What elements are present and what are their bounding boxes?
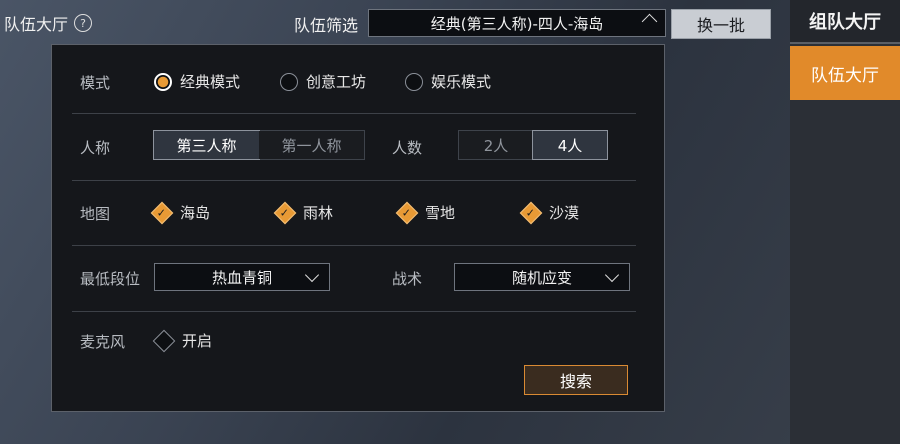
help-icon[interactable]: ? <box>74 14 93 32</box>
map-option-label: 雪地 <box>425 204 456 222</box>
map-option-island[interactable]: ✓ 海岛 <box>150 201 211 224</box>
side-divider <box>790 42 900 44</box>
divider <box>72 245 636 246</box>
mode-option-classic[interactable]: 经典模式 <box>154 71 240 92</box>
team-filter-select[interactable]: 经典(第三人称)-四人-海岛 <box>368 9 666 37</box>
checkbox-icon <box>152 329 176 352</box>
chevron-up-icon <box>641 13 658 30</box>
radio-icon <box>280 72 298 91</box>
mode-option-workshop[interactable]: 创意工坊 <box>280 71 366 92</box>
min-rank-label: 最低段位 <box>80 270 141 288</box>
team-filter-value: 经典(第三人称)-四人-海岛 <box>430 14 604 33</box>
tactic-label: 战术 <box>392 270 423 288</box>
mode-option-label: 创意工坊 <box>306 73 367 91</box>
mode-option-label: 经典模式 <box>180 73 241 91</box>
squad-option-4[interactable]: 4人 <box>532 130 608 160</box>
checkbox-checked-icon: ✓ <box>273 201 297 224</box>
map-label: 地图 <box>80 205 111 223</box>
perspective-label: 人称 <box>80 139 111 157</box>
divider <box>72 180 636 181</box>
map-option-label: 海岛 <box>180 204 211 222</box>
min-rank-dropdown[interactable]: 热血青铜 <box>154 263 330 291</box>
mode-label: 模式 <box>80 74 111 92</box>
checkbox-checked-icon: ✓ <box>150 201 174 224</box>
perspective-option-third[interactable]: 第三人称 <box>153 130 260 160</box>
radio-selected-icon <box>154 72 172 91</box>
filter-dialog: 模式 经典模式 创意工坊 娱乐模式 人称 第三人称 第一人称 人数 2人 4人 … <box>51 44 665 412</box>
radio-icon <box>405 72 423 91</box>
divider <box>72 311 636 312</box>
map-option-desert[interactable]: ✓ 沙漠 <box>519 201 580 224</box>
squad-size-label: 人数 <box>392 139 423 157</box>
search-button[interactable]: 搜索 <box>524 365 628 395</box>
perspective-toggle: 第三人称 第一人称 <box>153 130 365 160</box>
squad-size-toggle: 2人 4人 <box>458 130 608 160</box>
page-title-text: 队伍大厅 <box>4 15 69 34</box>
checkbox-checked-icon: ✓ <box>395 201 419 224</box>
tab-team-hall[interactable]: 队伍大厅 <box>790 46 900 100</box>
map-option-snow[interactable]: ✓ 雪地 <box>395 201 456 224</box>
chevron-down-icon <box>304 267 320 283</box>
refresh-button[interactable]: 换一批 <box>671 9 771 39</box>
tactic-dropdown[interactable]: 随机应变 <box>454 263 630 291</box>
map-option-label: 沙漠 <box>549 204 580 222</box>
team-filter-label: 队伍筛选 <box>294 16 359 35</box>
tactic-value: 随机应变 <box>511 268 572 287</box>
perspective-option-first[interactable]: 第一人称 <box>259 131 364 159</box>
mode-option-fun[interactable]: 娱乐模式 <box>405 71 491 92</box>
map-option-rainforest[interactable]: ✓ 雨林 <box>273 201 334 224</box>
tab-team-lobby[interactable]: 组队大厅 <box>790 0 900 42</box>
chevron-down-icon <box>604 267 620 283</box>
page-title: 队伍大厅 ? <box>4 11 93 35</box>
mic-option-on[interactable]: 开启 <box>152 329 213 352</box>
min-rank-value: 热血青铜 <box>211 268 272 287</box>
mic-option-label: 开启 <box>182 332 213 350</box>
mode-option-label: 娱乐模式 <box>431 73 492 91</box>
mic-label: 麦克风 <box>80 333 126 351</box>
checkbox-checked-icon: ✓ <box>519 201 543 224</box>
squad-option-2[interactable]: 2人 <box>459 131 533 159</box>
map-option-label: 雨林 <box>303 204 334 222</box>
divider <box>72 113 636 114</box>
